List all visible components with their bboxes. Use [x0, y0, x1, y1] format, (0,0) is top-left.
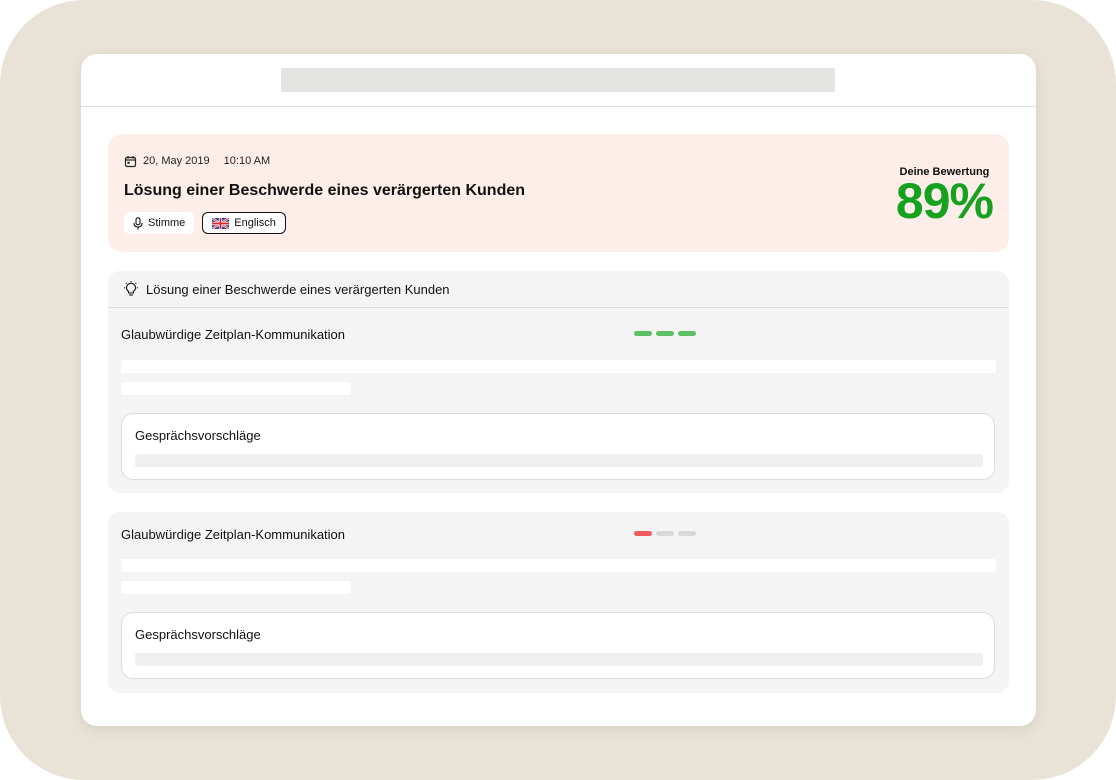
- session-date: 20, May 2019: [143, 155, 210, 167]
- rating-dot: [634, 331, 652, 336]
- rating-dot: [678, 331, 696, 336]
- session-time: 10:10 AM: [223, 155, 271, 167]
- device-frame: 20, May 2019 10:10 AM Lösung einer Besch…: [0, 0, 1116, 780]
- score-block: Deine Bewertung 89%: [895, 166, 994, 229]
- session-tags: Stimme Englisch: [124, 212, 286, 234]
- uk-flag-icon: [212, 217, 230, 229]
- rating-dot: [678, 531, 696, 536]
- language-chip[interactable]: Englisch: [202, 212, 286, 234]
- placeholder-line: [121, 360, 996, 373]
- criterion-title: Glaubwürdige Zeitplan-Kommunikation: [121, 527, 346, 542]
- browser-top-bar: [81, 54, 1036, 107]
- placeholder-line: [121, 382, 351, 395]
- score-value: 89%: [895, 173, 994, 229]
- suggestions-title: Gesprächsvorschläge: [135, 428, 261, 443]
- feedback-section: Glaubwürdige Zeitplan-Kommunikation Gesp…: [108, 512, 1009, 693]
- address-bar[interactable]: [281, 68, 835, 92]
- suggestions-title: Gesprächsvorschläge: [135, 627, 261, 642]
- rating-dot: [656, 531, 674, 536]
- criterion-rating: [634, 531, 696, 536]
- feedback-section-title: Lösung einer Beschwerde eines verärgerte…: [146, 281, 450, 297]
- session-datetime: 20, May 2019 10:10 AM: [124, 154, 270, 168]
- voice-chip-label: Stimme: [148, 217, 186, 229]
- suggestions-card: Gesprächsvorschläge: [121, 413, 995, 480]
- feedback-section: Lösung einer Beschwerde eines verärgerte…: [108, 271, 1009, 493]
- criterion-title: Glaubwürdige Zeitplan-Kommunikation: [121, 327, 346, 342]
- session-title: Lösung einer Beschwerde eines verärgerte…: [124, 182, 526, 199]
- lightbulb-icon: [123, 281, 139, 297]
- suggestions-card: Gesprächsvorschläge: [121, 612, 995, 679]
- placeholder-line: [121, 559, 996, 572]
- language-chip-label: Englisch: [234, 217, 276, 229]
- calendar-icon: [124, 155, 137, 168]
- rating-dot: [634, 531, 652, 536]
- rating-dot: [656, 331, 674, 336]
- placeholder-line: [135, 653, 983, 666]
- microphone-icon: [133, 216, 143, 230]
- criterion-rating: [634, 331, 696, 336]
- voice-chip[interactable]: Stimme: [124, 212, 195, 234]
- session-summary-card: 20, May 2019 10:10 AM Lösung einer Besch…: [108, 134, 1009, 252]
- browser-window: 20, May 2019 10:10 AM Lösung einer Besch…: [81, 54, 1036, 726]
- feedback-section-header: Lösung einer Beschwerde eines verärgerte…: [108, 271, 1009, 308]
- placeholder-line: [135, 454, 983, 467]
- placeholder-line: [121, 581, 351, 594]
